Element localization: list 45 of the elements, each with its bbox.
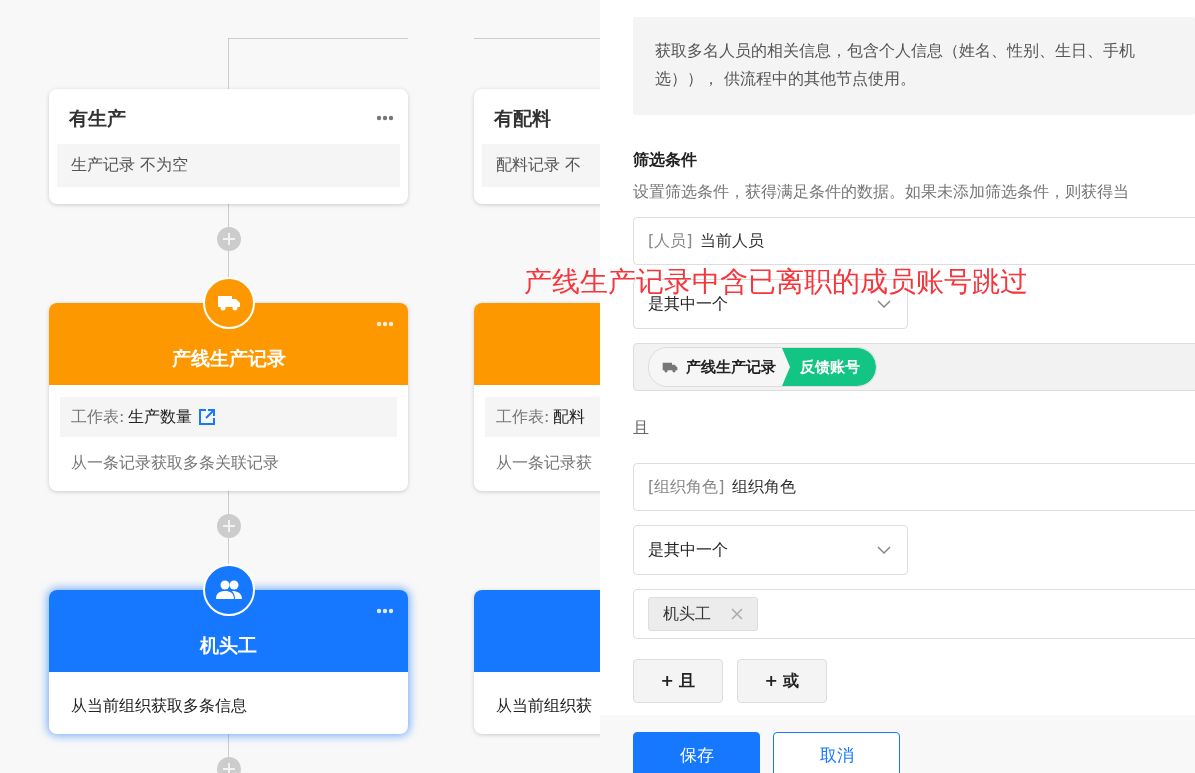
close-icon[interactable]	[731, 608, 743, 620]
condition-title: 有配料	[494, 106, 551, 131]
node-description: 从一条记录获	[496, 452, 593, 474]
node-description: 从当前组织获	[496, 695, 593, 717]
truck-icon	[662, 361, 678, 373]
more-icon[interactable]	[376, 321, 394, 327]
save-button[interactable]: 保存	[633, 732, 760, 773]
chevron-down-icon	[877, 300, 891, 308]
field-type: [组织角色]	[648, 476, 725, 498]
cancel-button[interactable]: 取消	[773, 732, 900, 773]
worksheet-label: 工作表:	[71, 406, 125, 428]
condition-title: 有生产	[69, 106, 126, 131]
chevron-down-icon	[877, 546, 891, 554]
worksheet-name: 生产数量	[128, 406, 193, 428]
field-reference-chip[interactable]: 产线生产记录 反馈账号	[648, 347, 877, 387]
truck-icon	[216, 295, 241, 311]
people-icon	[214, 580, 243, 600]
field-name: 当前人员	[700, 230, 765, 252]
add-step-icon[interactable]	[216, 514, 241, 538]
node-description: 从当前组织获取多条信息	[71, 695, 248, 717]
condition-joiner: 且	[633, 417, 650, 439]
value-field[interactable]: 产线生产记录 反馈账号	[633, 343, 1195, 391]
worksheet-label: 工作表:	[496, 406, 550, 428]
field-selector[interactable]: [组织角色] 组织角色	[633, 463, 1195, 511]
operator-dropdown[interactable]: 是其中一个	[633, 525, 908, 575]
description-text: 选））， 供流程中的其他节点使用。	[655, 68, 918, 90]
tag-text: 机头工	[663, 603, 711, 625]
more-icon[interactable]	[376, 115, 394, 121]
node-title: 产线生产记录	[171, 346, 286, 371]
condition-card[interactable]: 有生产 生产记录 不为空	[49, 89, 408, 204]
condition-detail: 生产记录 不为空	[57, 144, 400, 187]
field-type: [人员]	[648, 230, 693, 252]
worksheet-name: 配料	[553, 406, 586, 428]
value-field[interactable]: 机头工	[633, 589, 1195, 639]
field-selector[interactable]: [人员] 当前人员	[633, 217, 1195, 265]
external-link-icon[interactable]	[198, 408, 217, 426]
node-title: 机头工	[200, 633, 257, 658]
section-title: 筛选条件	[633, 149, 698, 171]
add-step-icon[interactable]	[216, 227, 241, 251]
description-text: 获取多名人员的相关信息，包含个人信息（姓名、性别、生日、手机	[655, 40, 1136, 62]
add-condition-button[interactable]: + 且	[633, 659, 723, 703]
more-icon[interactable]	[376, 608, 394, 614]
field-name: 组织角色	[732, 476, 797, 498]
node-description: 从一条记录获取多条关联记录	[71, 452, 280, 474]
add-condition-button[interactable]: + 或	[737, 659, 827, 703]
